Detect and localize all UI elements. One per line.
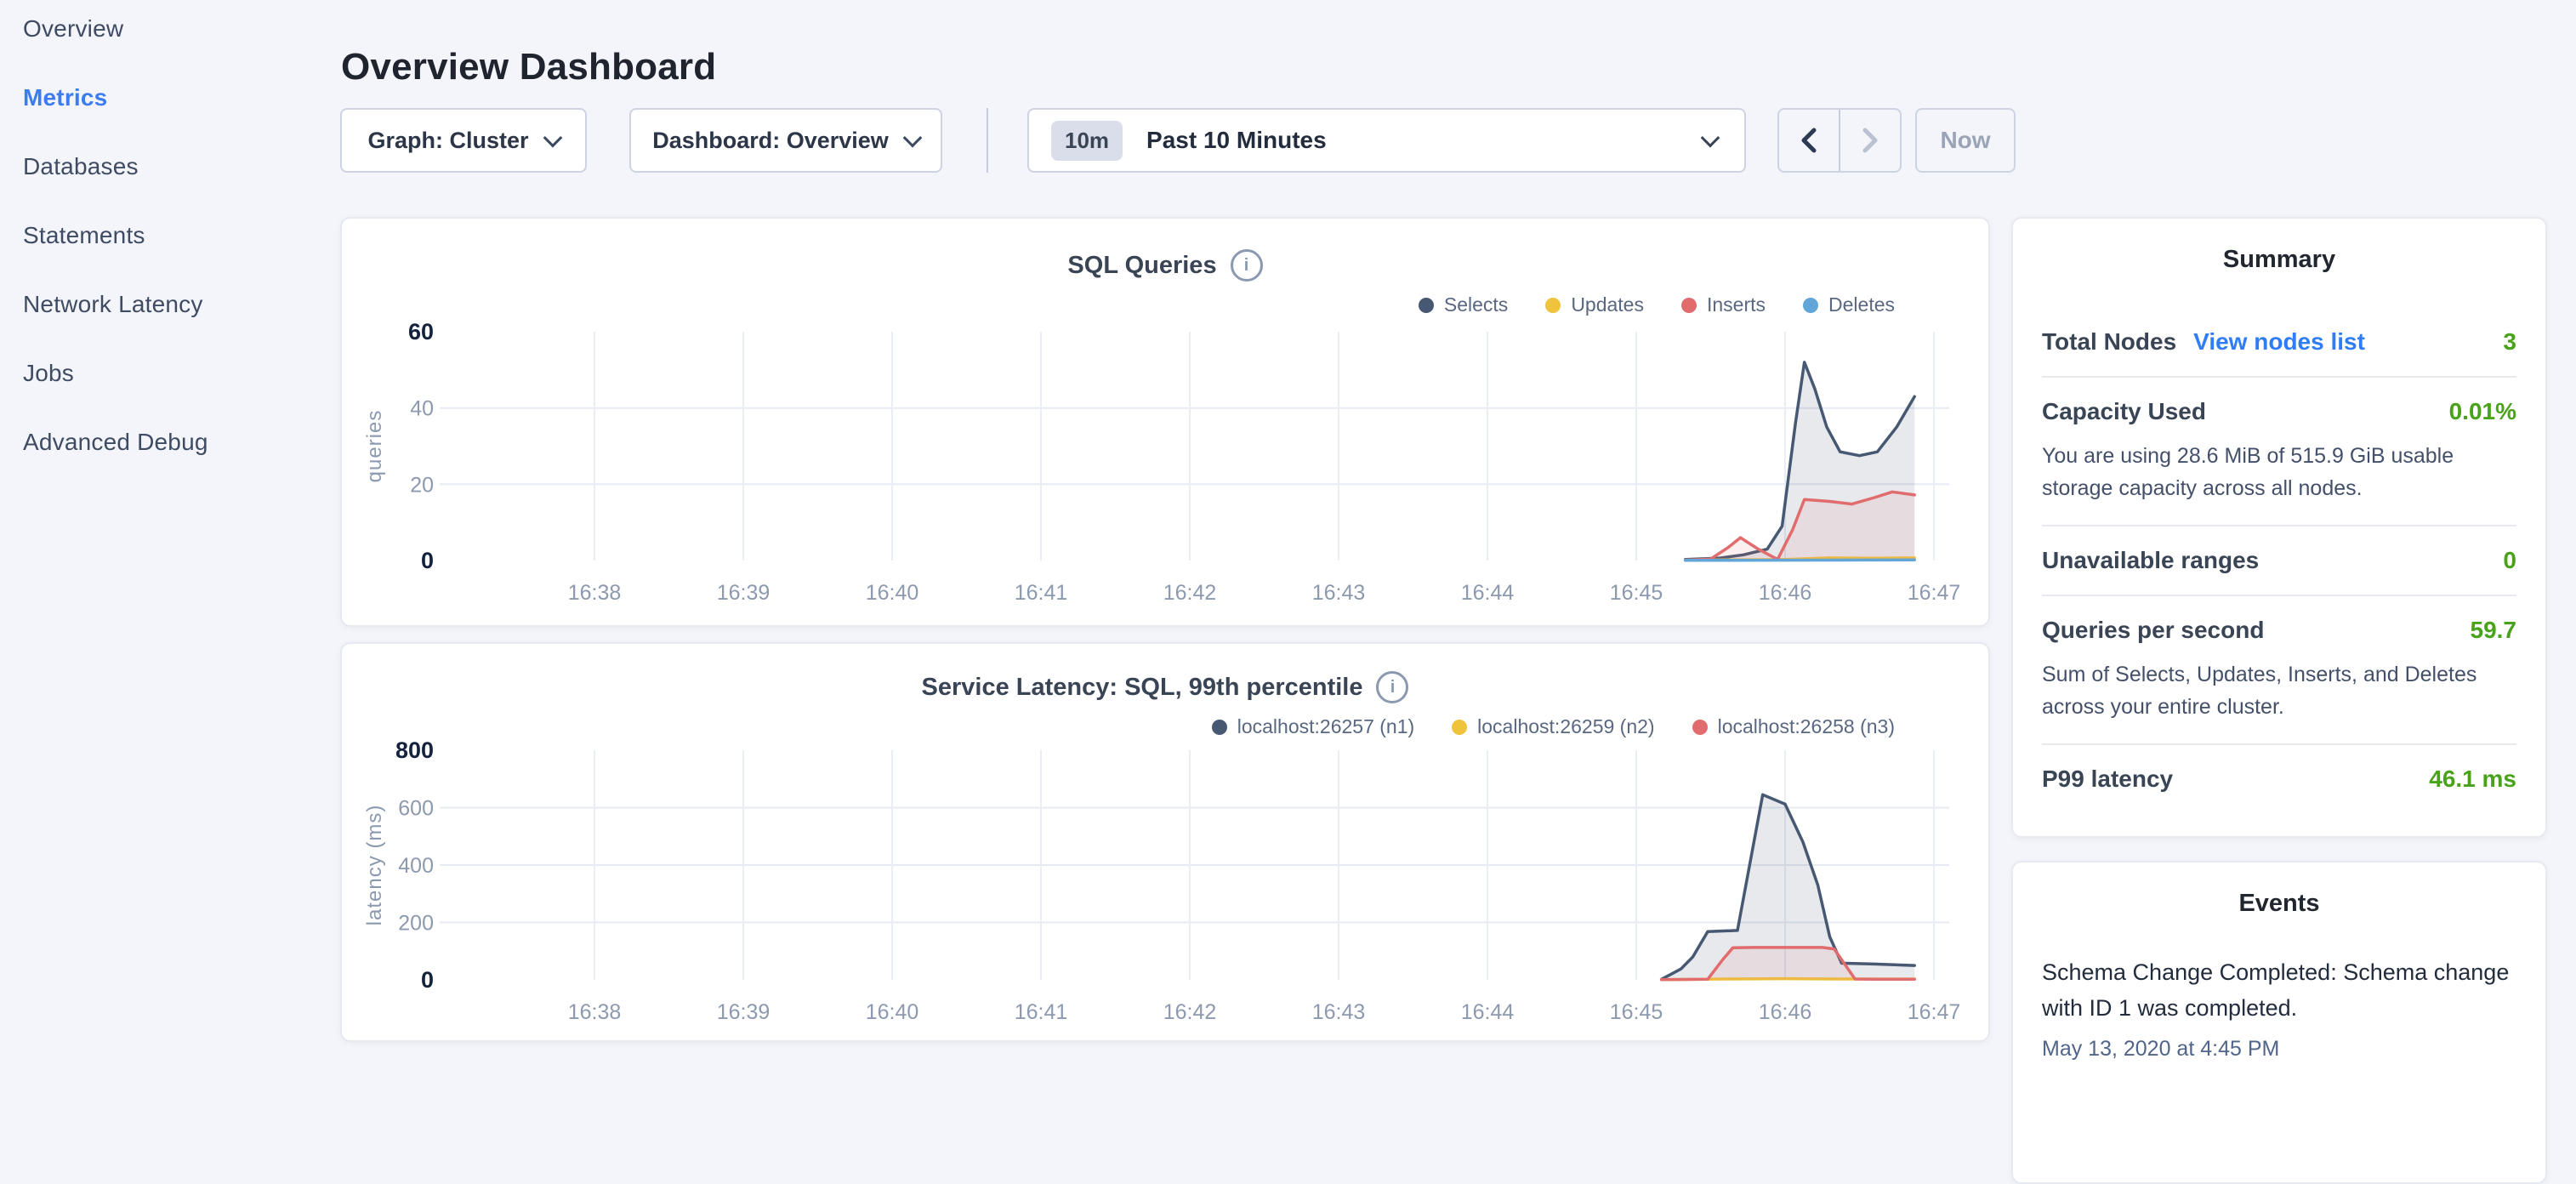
sidebar-item-jobs[interactable]: Jobs	[0, 358, 340, 388]
svg-text:800: 800	[395, 737, 434, 763]
summary-value: 0.01%	[2449, 398, 2516, 425]
chevron-right-icon	[1859, 126, 1881, 155]
dashboard-dropdown-label: Dashboard: Overview	[652, 128, 889, 154]
svg-text:60: 60	[408, 319, 434, 344]
step-forward-button[interactable]	[1839, 110, 1900, 171]
dashboard-dropdown[interactable]: Dashboard: Overview	[629, 108, 942, 173]
event-timestamp: May 13, 2020 at 4:45 PM	[2042, 1037, 2516, 1062]
time-range-label: Past 10 Minutes	[1146, 127, 1703, 154]
summary-body: Total Nodes View nodes list 3 Capacity U…	[2013, 308, 2545, 813]
svg-text:600: 600	[398, 797, 434, 821]
sidebar-item-overview[interactable]: Overview	[0, 14, 340, 43]
view-nodes-list-link[interactable]: View nodes list	[2193, 328, 2365, 356]
sql-queries-chart[interactable]: 16:38 16:39 16:40 16:41 16:42 16:43 16:44 16:45…	[342, 219, 1988, 625]
svg-text:0: 0	[421, 548, 434, 573]
svg-text:16:38: 16:38	[568, 581, 622, 605]
svg-text:16:39: 16:39	[717, 1000, 771, 1024]
events-panel-title: Events	[2013, 890, 2545, 918]
svg-text:16:43: 16:43	[1312, 581, 1366, 605]
event-message[interactable]: Schema Change Completed: Schema change w…	[2042, 955, 2516, 1027]
summary-label: Unavailable ranges	[2042, 547, 2259, 574]
events-body: Schema Change Completed: Schema change w…	[2013, 955, 2545, 1062]
svg-text:16:41: 16:41	[1015, 581, 1068, 605]
svg-text:16:47: 16:47	[1908, 581, 1961, 605]
overview-dashboard-page: { "sidebar": { "items": [ {"label": "Ove…	[0, 0, 2576, 1051]
summary-row-total-nodes: Total Nodes View nodes list 3	[2042, 308, 2516, 376]
sidebar-item-databases[interactable]: Databases	[0, 151, 340, 181]
service-latency-chart[interactable]: 16:38 16:39 16:40 16:41 16:42 16:43 16:44 16:45…	[342, 644, 1988, 1040]
svg-text:16:42: 16:42	[1163, 581, 1217, 605]
summary-value: 0	[2503, 547, 2516, 574]
sidebar-item-statements[interactable]: Statements	[0, 220, 340, 250]
sidebar-item-network-latency[interactable]: Network Latency	[0, 289, 340, 319]
summary-label: Total Nodes	[2042, 328, 2176, 356]
svg-text:latency (ms): latency (ms)	[363, 805, 386, 926]
summary-row-capacity-used: Capacity Used 0.01%	[2042, 378, 2516, 446]
svg-text:16:46: 16:46	[1759, 1000, 1812, 1024]
now-button-label: Now	[1940, 127, 1990, 154]
summary-panel-title: Summary	[2013, 246, 2545, 274]
time-step-buttons	[1777, 108, 1902, 173]
service-latency-card: Service Latency: SQL, 99th percentile lo…	[340, 642, 1990, 1042]
svg-text:16:40: 16:40	[866, 1000, 919, 1024]
graph-scope-dropdown-label: Graph: Cluster	[367, 128, 528, 154]
svg-text:16:44: 16:44	[1461, 581, 1515, 605]
step-back-button[interactable]	[1779, 110, 1839, 171]
toolbar-divider	[987, 108, 988, 173]
svg-text:200: 200	[398, 912, 434, 936]
chevron-down-icon	[902, 128, 922, 148]
chevron-down-icon	[543, 128, 562, 148]
graph-scope-dropdown[interactable]: Graph: Cluster	[340, 108, 587, 173]
svg-text:16:41: 16:41	[1015, 1000, 1068, 1024]
events-panel: Events Schema Change Completed: Schema c…	[2011, 861, 2547, 1184]
svg-text:16:42: 16:42	[1163, 1000, 1217, 1024]
summary-row-p99-latency: P99 latency 46.1 ms	[2042, 745, 2516, 813]
time-range-badge: 10m	[1051, 121, 1123, 161]
svg-text:16:47: 16:47	[1908, 1000, 1961, 1024]
svg-text:16:39: 16:39	[717, 581, 771, 605]
summary-value: 46.1 ms	[2429, 766, 2516, 793]
svg-text:16:40: 16:40	[866, 581, 919, 605]
svg-text:40: 40	[410, 397, 434, 421]
svg-text:16:44: 16:44	[1461, 1000, 1515, 1024]
svg-text:16:45: 16:45	[1610, 1000, 1663, 1024]
sidebar-item-advanced-debug[interactable]: Advanced Debug	[0, 427, 340, 457]
svg-text:16:45: 16:45	[1610, 581, 1663, 605]
sql-queries-card: SQL Queries Selects Updates Inserts Dele…	[340, 217, 1990, 627]
sidebar-item-metrics[interactable]: Metrics	[0, 83, 340, 112]
summary-value: 59.7	[2471, 617, 2517, 644]
summary-subtext: You are using 28.6 MiB of 515.9 GiB usab…	[2042, 441, 2516, 525]
summary-label: Capacity Used	[2042, 398, 2206, 425]
svg-text:queries: queries	[363, 410, 386, 483]
summary-value: 3	[2503, 328, 2516, 356]
summary-label: P99 latency	[2042, 766, 2173, 793]
chevron-left-icon	[1798, 126, 1820, 155]
summary-panel: Summary Total Nodes View nodes list 3 Ca…	[2011, 217, 2547, 838]
now-button[interactable]: Now	[1915, 108, 2016, 173]
sidebar: Overview Metrics Databases Statements Ne…	[0, 0, 340, 1051]
svg-text:20: 20	[410, 473, 434, 497]
time-range-dropdown[interactable]: 10m Past 10 Minutes	[1027, 108, 1746, 173]
svg-text:16:38: 16:38	[568, 1000, 622, 1024]
svg-text:400: 400	[398, 854, 434, 878]
svg-text:16:46: 16:46	[1759, 581, 1812, 605]
svg-text:16:43: 16:43	[1312, 1000, 1366, 1024]
svg-text:0: 0	[421, 967, 434, 993]
page-title: Overview Dashboard	[341, 46, 716, 88]
chevron-down-icon	[1701, 128, 1720, 148]
summary-label: Queries per second	[2042, 617, 2264, 644]
summary-row-unavailable-ranges: Unavailable ranges 0	[2042, 527, 2516, 595]
summary-subtext: Sum of Selects, Updates, Inserts, and De…	[2042, 659, 2516, 743]
summary-row-queries-per-second: Queries per second 59.7	[2042, 596, 2516, 664]
